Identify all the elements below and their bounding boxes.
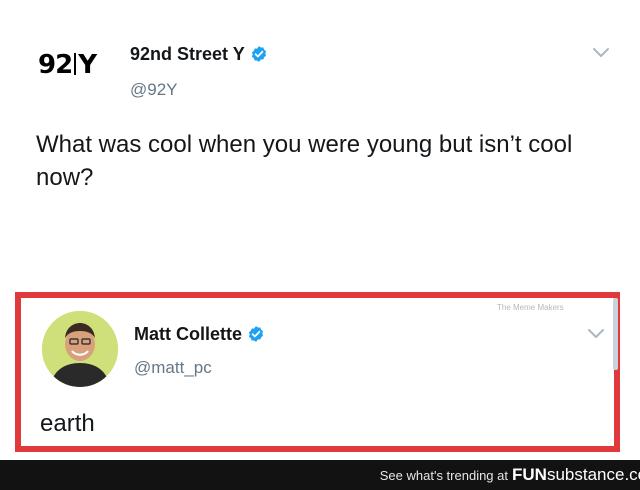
reply-tweet: Matt Collette @matt_pc The Meme Makers e… <box>15 292 620 452</box>
verified-badge-icon <box>250 45 268 68</box>
92y-logo[interactable]: 92 Y <box>38 50 97 80</box>
watermark: The Meme Makers <box>497 303 564 312</box>
avatar[interactable] <box>42 311 118 387</box>
reply-text: earth <box>40 410 95 437</box>
funsubstance-logo[interactable]: FUNsubstance.com <box>512 465 640 485</box>
verified-badge-icon <box>247 325 265 348</box>
tweet-author-handle[interactable]: @92Y <box>130 80 178 100</box>
reply-author-name[interactable]: Matt Collette <box>134 324 265 348</box>
chevron-down-icon[interactable] <box>587 328 605 340</box>
footer-text: See what's trending at <box>379 468 508 483</box>
reply-author-handle[interactable]: @matt_pc <box>134 358 212 378</box>
chevron-down-icon[interactable] <box>592 47 610 59</box>
original-tweet: 92 Y 92nd Street Y @92Y What was cool whe… <box>0 0 640 280</box>
tweet-author-name[interactable]: 92nd Street Y <box>130 44 268 68</box>
footer-bar: See what's trending at FUNsubstance.com <box>0 460 640 490</box>
scrollbar[interactable] <box>613 298 618 370</box>
tweet-text: What was cool when you were young but is… <box>36 131 573 191</box>
